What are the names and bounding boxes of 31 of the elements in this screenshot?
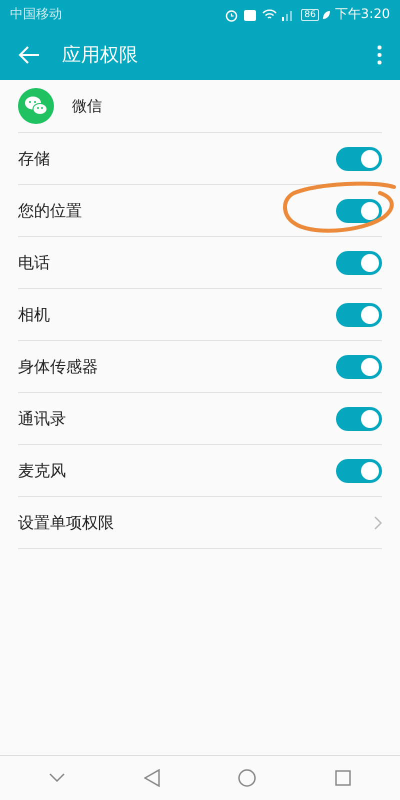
- back-arrow-icon[interactable]: [18, 46, 40, 64]
- permission-label: 您的位置: [18, 200, 83, 222]
- app-name: 微信: [72, 96, 102, 117]
- recents-square-icon[interactable]: [334, 770, 351, 786]
- list-item[interactable]: 设置单项权限: [18, 497, 382, 549]
- carrier-name: 中国移动: [10, 6, 62, 24]
- chat-bubbles-icon: [18, 88, 54, 124]
- toggle-switch[interactable]: [336, 250, 382, 274]
- more-options-icon[interactable]: [377, 45, 382, 65]
- permission-label: 相机: [18, 304, 51, 326]
- alarm-icon: [225, 8, 238, 22]
- toggle-switch[interactable]: [336, 198, 382, 222]
- chevron-right-icon: [374, 516, 382, 530]
- permission-label: 身体传感器: [18, 356, 99, 378]
- battery-level: 86: [301, 9, 319, 21]
- leaf-icon: [322, 10, 331, 20]
- toggle-switch[interactable]: [336, 406, 382, 430]
- toggle-switch[interactable]: [336, 458, 382, 482]
- home-circle-icon[interactable]: [238, 769, 256, 787]
- clock-time: 下午3:20: [334, 6, 390, 24]
- permission-label: 通讯录: [18, 408, 67, 430]
- toggle-switch[interactable]: [336, 146, 382, 170]
- permission-label: 麦克风: [18, 460, 67, 482]
- permission-label: 存储: [18, 148, 51, 170]
- chevron-down-icon[interactable]: [49, 773, 66, 783]
- wifi-icon: [262, 9, 278, 21]
- back-triangle-icon[interactable]: [144, 769, 160, 787]
- toggle-switch[interactable]: [336, 354, 382, 378]
- permission-label: 电话: [18, 252, 51, 274]
- toggle-switch[interactable]: [336, 302, 382, 326]
- screen-title: 应用权限: [62, 42, 138, 68]
